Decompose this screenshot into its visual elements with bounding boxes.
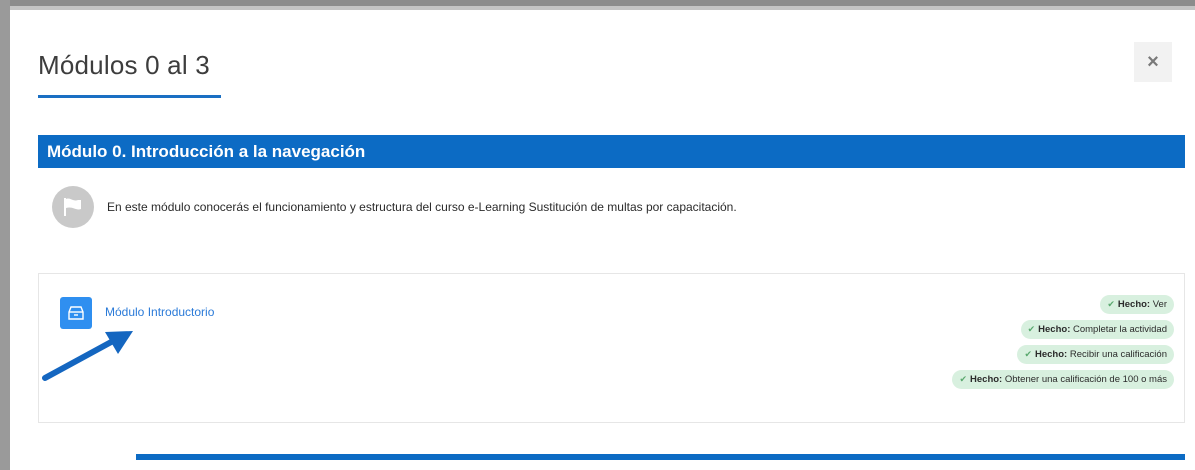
check-icon: ✔ bbox=[1024, 349, 1032, 359]
completion-badge: ✔ Hecho: Obtener una calificación de 100 … bbox=[952, 370, 1174, 389]
activity-card: Módulo Introductorio ✔ Hecho: Ver ✔ Hecho:… bbox=[38, 273, 1185, 423]
window-frame-left bbox=[0, 0, 10, 470]
close-button[interactable]: × bbox=[1134, 42, 1172, 82]
check-icon: ✔ bbox=[1107, 299, 1115, 309]
completion-badge: ✔ Hecho: Ver bbox=[1100, 295, 1174, 314]
completion-badge: ✔ Hecho: Recibir una calificación bbox=[1017, 345, 1174, 364]
flag-icon bbox=[52, 186, 94, 228]
arrow-annotation-icon bbox=[42, 331, 133, 381]
modal-title: Módulos 0 al 3 bbox=[38, 50, 210, 80]
completion-badge: ✔ Hecho: Completar la actividad bbox=[1020, 320, 1174, 339]
check-icon: ✔ bbox=[1027, 324, 1036, 334]
activity-link[interactable]: Módulo Introductorio bbox=[105, 305, 214, 319]
check-icon: ✔ bbox=[959, 374, 968, 384]
section-header: Módulo 0. Introducción a la navegación bbox=[38, 135, 1185, 168]
modal-dialog: Módulos 0 al 3 × Módulo 0. Introducción … bbox=[10, 10, 1195, 470]
title-underline bbox=[38, 95, 221, 98]
next-section-header bbox=[136, 454, 1185, 460]
section-summary: En este módulo conocerás el funcionamien… bbox=[107, 200, 737, 214]
completion-badges: ✔ Hecho: Ver ✔ Hecho: Completar la activid… bbox=[952, 295, 1174, 395]
